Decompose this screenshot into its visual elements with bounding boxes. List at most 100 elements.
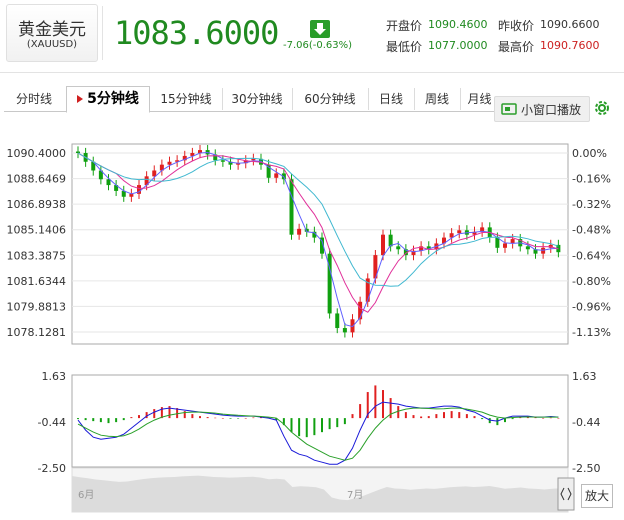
macd-tick-label-right: -0.44: [572, 416, 600, 429]
macd-bar: [214, 417, 217, 419]
candle-body: [289, 179, 294, 235]
macd-bar: [412, 415, 415, 419]
percent-tick-label: -0.80%: [572, 275, 611, 288]
macd-bar: [382, 390, 384, 419]
candle-body: [510, 239, 515, 244]
price-tick-label: 1086.8938: [7, 198, 67, 211]
overview-handle[interactable]: [557, 477, 575, 511]
macd-bar: [290, 418, 293, 433]
macd-histogram: [77, 385, 560, 438]
candle-body: [76, 151, 80, 153]
macd-tick-label: 1.63: [42, 370, 67, 383]
macd-bar: [397, 406, 400, 419]
macd-bar: [427, 416, 430, 419]
price-tick-label: 1090.4000: [7, 147, 67, 160]
macd-bar: [557, 418, 560, 419]
macd-bar: [359, 404, 362, 419]
macd-bar: [549, 417, 552, 419]
macd-bar: [336, 418, 339, 428]
candle-body: [251, 158, 256, 161]
zoom-button[interactable]: 放大: [581, 484, 613, 508]
ma-line-ma20: [77, 152, 559, 287]
macd-bar: [420, 416, 423, 419]
macd-bar: [92, 418, 95, 422]
macd-bar: [252, 417, 255, 419]
macd-bar: [443, 412, 445, 419]
macd-bar: [298, 418, 301, 437]
candle-body: [396, 246, 401, 250]
candle-body: [274, 173, 279, 178]
macd-bar: [496, 418, 499, 426]
candle-body: [297, 228, 302, 235]
percent-tick-label: -0.32%: [572, 198, 611, 211]
macd-bar: [107, 418, 110, 424]
macd-bar: [305, 418, 308, 438]
candle-body: [220, 160, 225, 162]
macd-bar: [511, 418, 514, 420]
candle-body: [525, 246, 530, 250]
macd-bar: [77, 418, 79, 420]
macd-bar: [122, 418, 125, 421]
candlesticks: [76, 144, 561, 338]
price-tick-label: 1079.8813: [7, 300, 67, 313]
macd-tick-label-right: -2.50: [572, 462, 600, 475]
macd-bar: [473, 416, 476, 419]
price-axis-labels: 1090.4000 1088.6469 1086.8938 1085.1406 1083…: [7, 147, 67, 339]
percent-tick-label: -0.16%: [572, 173, 611, 186]
macd-tick-label: -0.44: [38, 416, 66, 429]
macd-bar: [130, 417, 133, 419]
macd-bar: [404, 412, 407, 419]
percent-tick-label: 0.00%: [572, 147, 607, 160]
macd-bar: [374, 385, 377, 419]
kline-chart[interactable]: 1090.4000 1088.6469 1086.8938 1085.1406 1083…: [0, 0, 624, 520]
macd-bar: [465, 414, 468, 419]
macd-tick-label-right: 1.63: [572, 370, 597, 383]
candle-body: [342, 328, 347, 333]
macd-bar: [221, 418, 224, 419]
macd-bar: [450, 411, 453, 419]
candle-body: [541, 247, 546, 254]
macd-bar: [153, 409, 156, 419]
macd-bar: [99, 418, 102, 423]
macd-bar: [313, 418, 316, 436]
macd-bar: [115, 418, 118, 423]
overview-month-label: 6月: [78, 489, 94, 501]
macd-bar: [542, 418, 545, 419]
macd-bar: [351, 414, 354, 419]
macd-bar: [229, 418, 232, 419]
macd-bar: [199, 416, 201, 419]
macd-bar: [458, 412, 461, 419]
macd-bar: [191, 414, 194, 419]
percent-tick-label: -1.13%: [572, 326, 611, 339]
candle-body: [335, 313, 340, 329]
overview-month-label: 7月: [347, 489, 363, 501]
percent-axis-labels: 0.00% -0.16% -0.32% -0.48% -0.64% -0.80% -0.96…: [572, 147, 611, 339]
candle-body: [457, 230, 462, 234]
macd-dea-line: [77, 407, 559, 461]
macd-bar: [244, 418, 247, 419]
macd-bar: [84, 418, 87, 421]
macd-bar: [206, 417, 209, 419]
candle-body: [381, 234, 385, 256]
macd-bar: [237, 418, 240, 419]
candle-body: [503, 243, 507, 248]
price-tick-label: 1081.6344: [7, 275, 67, 288]
price-tick-label: 1078.1281: [7, 326, 67, 339]
macd-bar: [321, 418, 323, 433]
percent-tick-label: -0.48%: [572, 224, 611, 237]
price-tick-label: 1083.3875: [7, 249, 67, 262]
price-tick-label: 1088.6469: [7, 173, 67, 186]
percent-tick-label: -0.96%: [572, 300, 611, 313]
macd-lines: [77, 401, 559, 465]
macd-axis-labels: 1.63 1.63 -0.44 -0.44 -2.50 -2.50: [38, 370, 601, 475]
macd-dif-line: [77, 401, 559, 465]
percent-tick-label: -0.64%: [572, 249, 611, 262]
macd-tick-label: -2.50: [38, 462, 66, 475]
candle-body: [167, 161, 172, 165]
macd-bar: [138, 415, 140, 419]
ma-line-ma10: [77, 152, 559, 313]
macd-bar: [435, 414, 438, 419]
price-tick-label: 1085.1406: [7, 224, 67, 237]
macd-bar: [481, 418, 484, 420]
macd-bar: [343, 418, 346, 425]
